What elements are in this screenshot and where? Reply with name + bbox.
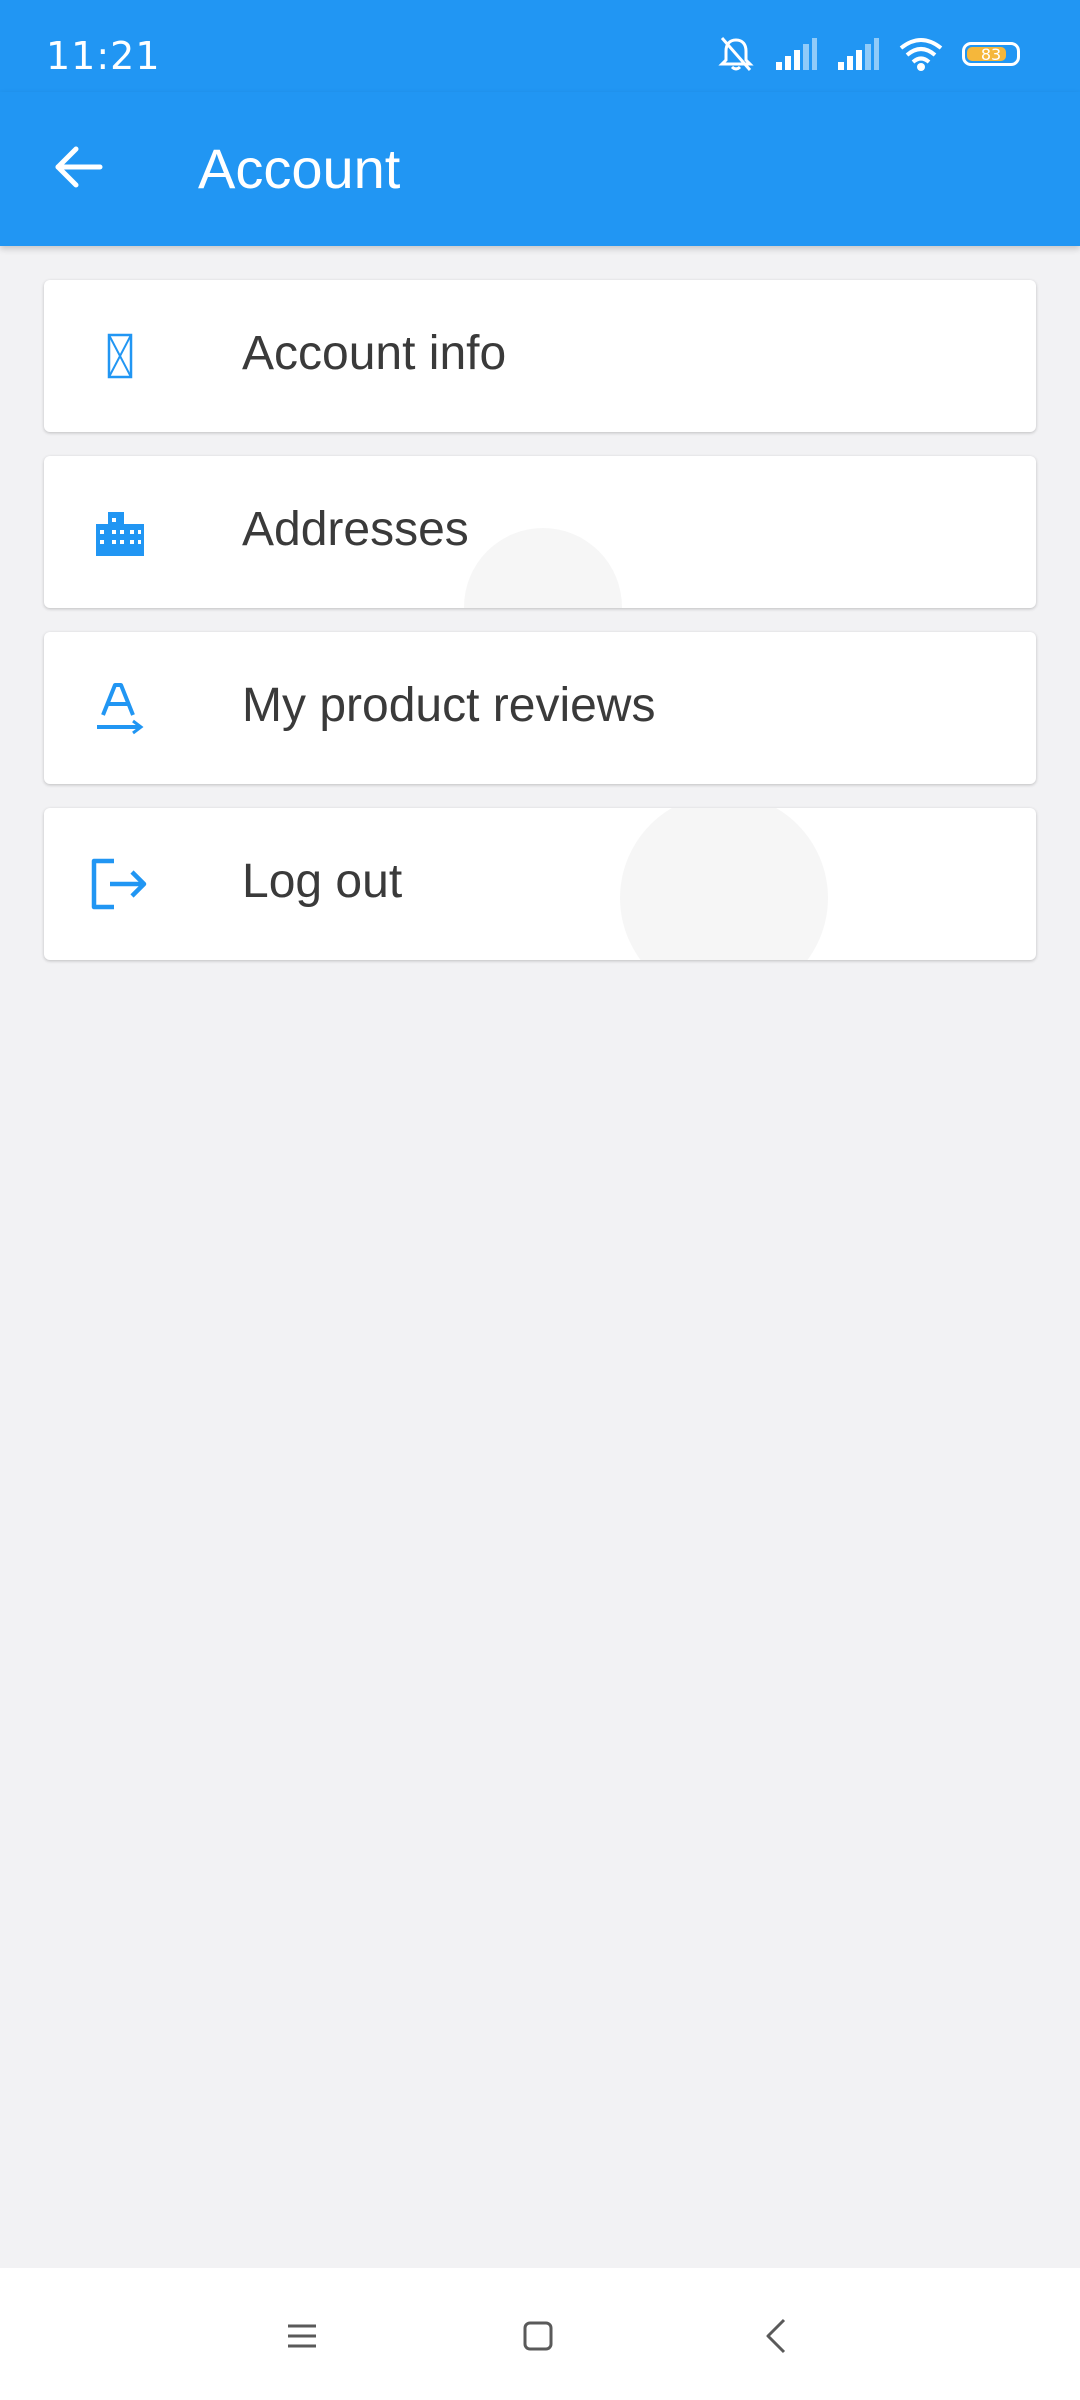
system-back-button[interactable] xyxy=(736,2298,816,2378)
home-square-icon xyxy=(522,2320,554,2357)
menu-item-addresses[interactable]: Addresses xyxy=(44,456,1036,608)
arrow-left-icon xyxy=(54,145,104,194)
menu-item-label: Addresses xyxy=(242,503,469,556)
recent-apps-button[interactable] xyxy=(262,2298,342,2378)
menu-item-label: Account info xyxy=(242,327,507,380)
menu-item-log-out[interactable]: Log out xyxy=(44,808,1036,960)
back-button[interactable] xyxy=(40,130,118,208)
battery-text: 83 xyxy=(980,44,1002,64)
account-menu: Account info Addresses My product review… xyxy=(44,280,1036,984)
menu-item-label: Log out xyxy=(242,855,403,908)
signal-icon xyxy=(774,38,818,70)
menu-item-label: My product reviews xyxy=(242,679,656,732)
status-time: 11:21 xyxy=(46,34,161,78)
ripple-effect xyxy=(464,528,622,608)
menu-item-account-info[interactable]: Account info xyxy=(44,280,1036,432)
system-nav-bar xyxy=(0,2268,1080,2400)
page-title: Account xyxy=(198,137,401,200)
menu-item-my-product-reviews[interactable]: My product reviews xyxy=(44,632,1036,784)
status-icons: 83 xyxy=(716,30,1020,78)
bell-muted-icon xyxy=(716,34,756,74)
menu-icon xyxy=(286,2322,318,2355)
text-format-icon xyxy=(90,678,150,738)
missing-glyph-icon xyxy=(90,326,150,386)
home-button[interactable] xyxy=(498,2298,578,2378)
building-icon xyxy=(90,502,150,562)
status-bar: 11:21 83 xyxy=(0,0,1080,92)
logout-icon xyxy=(90,854,150,914)
ripple-effect xyxy=(620,808,828,960)
app-bar: Account xyxy=(0,92,1080,246)
wifi-icon xyxy=(898,36,944,72)
signal-icon xyxy=(836,38,880,70)
back-chevron-icon xyxy=(764,2318,788,2359)
battery-icon: 83 xyxy=(962,42,1020,66)
